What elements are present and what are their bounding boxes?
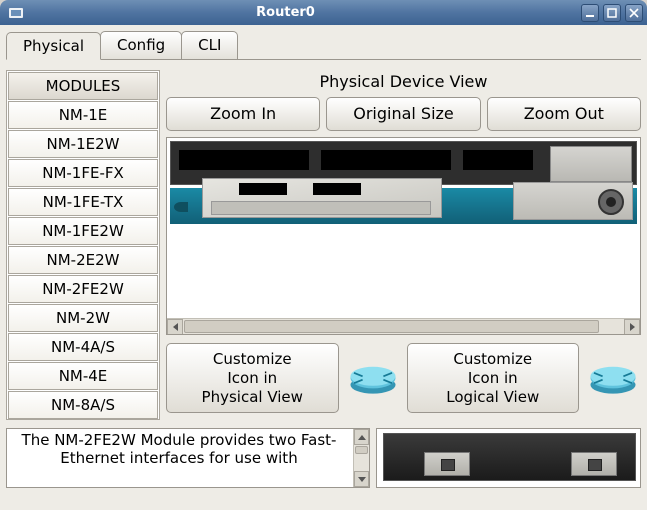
module-item[interactable]: NM-1FE-FX	[8, 159, 158, 187]
window-title: Router0	[10, 5, 561, 20]
module-item[interactable]: NM-2W	[8, 304, 158, 332]
window-controls	[581, 4, 643, 22]
customize-logical-button[interactable]: Customize Icon in Logical View	[407, 343, 580, 413]
module-item[interactable]: NM-1FE-TX	[8, 188, 158, 216]
module-item[interactable]: NM-4A/S	[8, 333, 158, 361]
vertical-scrollbar[interactable]	[353, 429, 369, 487]
module-list-header: MODULES	[8, 72, 158, 100]
scroll-up-button[interactable]	[354, 429, 369, 445]
bottom-row: The NM-2FE2W Module provides two Fast-Et…	[6, 428, 641, 488]
tab-cli[interactable]: CLI	[181, 31, 238, 59]
device-image	[167, 138, 640, 320]
module-description[interactable]: The NM-2FE2W Module provides two Fast-Et…	[6, 428, 370, 488]
device-panel: Physical Device View Zoom In Original Si…	[166, 70, 641, 420]
scrollbar-thumb[interactable]	[355, 446, 368, 454]
customize-physical-button[interactable]: Customize Icon in Physical View	[166, 343, 339, 413]
module-item[interactable]: NM-8A/S	[8, 391, 158, 419]
modules-panel: MODULES NM-1E NM-1E2W NM-1FE-FX NM-1FE-T…	[6, 70, 160, 420]
module-item[interactable]: NM-1FE2W	[8, 217, 158, 245]
router-chassis-body	[170, 188, 637, 224]
horizontal-scrollbar[interactable]	[167, 318, 640, 334]
router-icon	[345, 355, 401, 401]
device-view-area[interactable]	[166, 137, 641, 335]
device-view-title: Physical Device View	[166, 70, 641, 97]
router-icon	[585, 355, 641, 401]
module-item[interactable]: NM-1E	[8, 101, 158, 129]
module-item[interactable]: NM-1E2W	[8, 130, 158, 158]
tab-physical[interactable]: Physical	[6, 32, 101, 60]
tab-bar: Physical Config CLI	[6, 31, 641, 60]
scrollbar-track[interactable]	[354, 445, 369, 471]
zoom-out-button[interactable]: Zoom Out	[487, 97, 641, 131]
scrollbar-thumb[interactable]	[184, 320, 599, 333]
button-label: Icon in	[468, 369, 518, 387]
window-titlebar: Router0	[0, 0, 647, 25]
module-item[interactable]: NM-2E2W	[8, 246, 158, 274]
module-preview[interactable]	[376, 428, 641, 488]
button-label: Icon in	[227, 369, 277, 387]
minimize-button[interactable]	[581, 4, 599, 22]
zoom-controls: Zoom In Original Size Zoom Out	[166, 97, 641, 131]
module-item[interactable]: NM-4E	[8, 362, 158, 390]
tab-config[interactable]: Config	[100, 31, 182, 59]
module-item[interactable]: NM-2FE2W	[8, 275, 158, 303]
button-label: Customize	[213, 350, 292, 368]
button-label: Physical View	[202, 388, 303, 406]
button-label: Logical View	[446, 388, 539, 406]
scroll-left-button[interactable]	[167, 319, 183, 335]
scrollbar-track[interactable]	[183, 319, 624, 334]
button-label: Customize	[453, 350, 532, 368]
tab-label: Physical	[23, 37, 84, 55]
psu-icon	[513, 182, 633, 220]
window-body: Physical Config CLI MODULES NM-1E NM-1E2…	[0, 25, 647, 510]
zoom-in-button[interactable]: Zoom In	[166, 97, 320, 131]
original-size-button[interactable]: Original Size	[326, 97, 480, 131]
tab-label: Config	[117, 36, 165, 54]
scroll-down-button[interactable]	[354, 471, 369, 487]
main-panel: MODULES NM-1E NM-1E2W NM-1FE-FX NM-1FE-T…	[6, 60, 641, 420]
customize-row: Customize Icon in Physical View Customiz…	[166, 343, 641, 413]
tab-label: CLI	[198, 36, 221, 54]
module-card-image	[383, 433, 636, 481]
scroll-right-button[interactable]	[624, 319, 640, 335]
description-text: The NM-2FE2W Module provides two Fast-Et…	[22, 431, 337, 467]
close-button[interactable]	[625, 4, 643, 22]
module-list[interactable]: MODULES NM-1E NM-1E2W NM-1FE-FX NM-1FE-T…	[6, 70, 160, 420]
maximize-button[interactable]	[603, 4, 621, 22]
